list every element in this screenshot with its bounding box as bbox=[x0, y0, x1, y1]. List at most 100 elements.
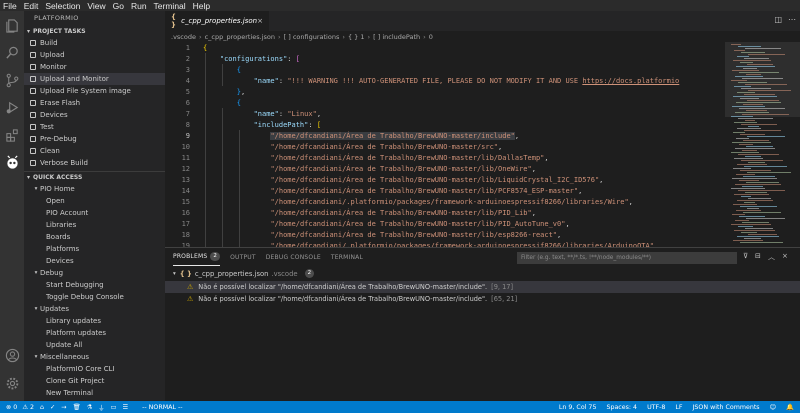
task-item[interactable]: Upload and Monitor bbox=[24, 73, 165, 85]
quick-access-item[interactable]: Platforms bbox=[24, 243, 165, 255]
problem-location: [65, 21] bbox=[491, 295, 518, 303]
task-item[interactable]: Verbose Build bbox=[24, 157, 165, 169]
code-editor[interactable]: 1{2 "configurations": [3 {4 "name": "!!!… bbox=[165, 42, 725, 247]
menu-help[interactable]: Help bbox=[193, 1, 210, 11]
encoding[interactable]: UTF-8 bbox=[647, 404, 665, 411]
quick-access-item[interactable]: Devices bbox=[24, 255, 165, 267]
menu-go[interactable]: Go bbox=[113, 1, 124, 11]
code-line: 14 "/home/dfcandiani/Área de Trabalho/Br… bbox=[165, 186, 725, 197]
quick-access-item[interactable]: PlatformIO Core CLI bbox=[24, 363, 165, 375]
plug-icon[interactable]: ⏚ bbox=[98, 403, 104, 412]
tab-c-cpp-properties[interactable]: { } c_cpp_properties.json × bbox=[165, 11, 269, 31]
quick-access-item[interactable]: New Terminal bbox=[24, 387, 165, 399]
quick-access-item[interactable]: Toggle Debug Console bbox=[24, 291, 165, 303]
close-icon[interactable]: × bbox=[257, 17, 263, 25]
quick-access-group[interactable]: ▾ Miscellaneous bbox=[24, 351, 165, 363]
code-line: 5 }, bbox=[165, 87, 725, 98]
task-icon bbox=[30, 112, 36, 118]
indentation[interactable]: Spaces: 4 bbox=[606, 404, 637, 411]
run-debug-icon[interactable] bbox=[4, 99, 20, 115]
quick-access-item[interactable]: Libraries bbox=[24, 219, 165, 231]
terminal-icon[interactable]: ▭ bbox=[111, 404, 117, 411]
home-icon[interactable]: ⌂ bbox=[40, 404, 44, 411]
menu-selection[interactable]: Selection bbox=[45, 1, 80, 11]
quick-access-item[interactable]: Boards bbox=[24, 231, 165, 243]
breadcrumb-item[interactable]: c_cpp_properties.json bbox=[205, 33, 275, 41]
chevron-up-icon[interactable]: ︿ bbox=[768, 252, 775, 262]
task-item[interactable]: Pre-Debug bbox=[24, 133, 165, 145]
panel-tab-output[interactable]: OUTPUT bbox=[230, 248, 256, 266]
explorer-icon[interactable] bbox=[4, 17, 20, 33]
menu-view[interactable]: View bbox=[87, 1, 105, 11]
quick-access-header[interactable]: ▾ QUICK ACCESS bbox=[24, 172, 165, 183]
collapse-all-icon[interactable]: ⊟ bbox=[755, 252, 761, 260]
project-tasks-header[interactable]: ▾ PROJECT TASKS bbox=[24, 26, 165, 37]
quick-access-group[interactable]: ▾ PIO Home bbox=[24, 183, 165, 195]
quick-access-group[interactable]: ▾ Debug bbox=[24, 267, 165, 279]
breadcrumb-item[interactable]: .vscode bbox=[171, 33, 196, 41]
menu-run[interactable]: Run bbox=[131, 1, 147, 11]
line-code: "name": "Linux", bbox=[203, 109, 321, 120]
quick-access-item[interactable]: Library updates bbox=[24, 315, 165, 327]
quick-access-item[interactable]: Platform updates bbox=[24, 327, 165, 339]
breadcrumb-item[interactable]: 0 bbox=[429, 33, 433, 41]
minimap-line bbox=[743, 176, 775, 177]
problems-filter-input[interactable]: Filter (e.g. text, **/*.ts, !**/node_mod… bbox=[517, 252, 737, 264]
minimap-line bbox=[738, 154, 779, 155]
settings-gear-icon[interactable] bbox=[4, 375, 20, 391]
more-actions-icon[interactable]: ⋯ bbox=[788, 15, 796, 24]
problem-item[interactable]: ⚠ Não é possível localizar "/home/dfcandi… bbox=[165, 293, 800, 305]
problem-message: Não é possível localizar "/home/dfcandia… bbox=[198, 295, 488, 303]
task-item[interactable]: Monitor bbox=[24, 61, 165, 73]
task-item[interactable]: Upload File System image bbox=[24, 85, 165, 97]
quick-access-item[interactable]: Clone Git Project bbox=[24, 375, 165, 387]
end-of-line[interactable]: LF bbox=[675, 404, 682, 411]
feedback-icon[interactable]: ☺ bbox=[770, 404, 777, 411]
test-flask-icon[interactable]: ⚗ bbox=[87, 404, 93, 411]
menu-terminal[interactable]: Terminal bbox=[154, 1, 186, 11]
problem-item[interactable]: ⚠ Não é possível localizar "/home/dfcandi… bbox=[165, 281, 800, 293]
minimap-line bbox=[743, 140, 769, 141]
close-panel-icon[interactable]: × bbox=[782, 252, 788, 260]
quick-access-label: Platform updates bbox=[46, 329, 107, 337]
tasks-icon[interactable]: ☰ bbox=[122, 404, 128, 411]
quick-access-item[interactable]: Start Debugging bbox=[24, 279, 165, 291]
task-item[interactable]: Upload bbox=[24, 49, 165, 61]
cursor-position[interactable]: Ln 9, Col 75 bbox=[559, 404, 597, 411]
breadcrumb-item[interactable]: [ ] configurations bbox=[284, 33, 340, 41]
split-editor-icon[interactable]: ◫ bbox=[774, 15, 782, 24]
language-mode[interactable]: JSON with Comments bbox=[693, 404, 760, 411]
trash-icon[interactable]: 🗑 bbox=[73, 403, 81, 411]
platformio-icon[interactable] bbox=[4, 154, 20, 170]
panel-tab-problems[interactable]: PROBLEMS 2 bbox=[173, 248, 221, 266]
account-icon[interactable] bbox=[4, 347, 20, 363]
notifications-bell-icon[interactable]: 🔔 bbox=[786, 403, 794, 411]
problems-file-group[interactable]: ▾ { } c_cpp_properties.json .vscode 2 bbox=[173, 268, 315, 279]
source-control-icon[interactable] bbox=[4, 72, 20, 88]
extensions-icon[interactable] bbox=[4, 127, 20, 143]
minimap-line bbox=[735, 112, 769, 113]
task-item[interactable]: Test bbox=[24, 121, 165, 133]
search-icon[interactable] bbox=[4, 44, 20, 60]
build-check-icon[interactable]: ✓ bbox=[50, 404, 55, 411]
quick-access-item[interactable]: PIO Account bbox=[24, 207, 165, 219]
task-item[interactable]: Build bbox=[24, 37, 165, 49]
menu-file[interactable]: File bbox=[3, 1, 17, 11]
minimap[interactable] bbox=[725, 42, 800, 247]
task-item[interactable]: Devices bbox=[24, 109, 165, 121]
breadcrumb-item[interactable]: { } 1 bbox=[348, 33, 365, 41]
task-item[interactable]: Clean bbox=[24, 145, 165, 157]
problems-status[interactable]: ⊗ 0 ⚠ 2 bbox=[6, 404, 34, 411]
upload-arrow-icon[interactable]: → bbox=[61, 404, 66, 411]
task-item[interactable]: Erase Flash bbox=[24, 97, 165, 109]
filter-icon[interactable]: ⊽ bbox=[743, 252, 748, 260]
panel-tab-debug-console[interactable]: DEBUG CONSOLE bbox=[266, 248, 321, 266]
menu-edit[interactable]: Edit bbox=[24, 1, 39, 11]
panel-tab-terminal[interactable]: TERMINAL bbox=[331, 248, 363, 266]
quick-access-group[interactable]: ▾ Updates bbox=[24, 303, 165, 315]
breadcrumb-item[interactable]: [ ] includePath bbox=[373, 33, 420, 41]
quick-access-item[interactable]: Update All bbox=[24, 339, 165, 351]
quick-access-item[interactable]: Open bbox=[24, 195, 165, 207]
line-code: "/home/dfcandiani/Área de Trabalho/BrewU… bbox=[203, 230, 561, 241]
